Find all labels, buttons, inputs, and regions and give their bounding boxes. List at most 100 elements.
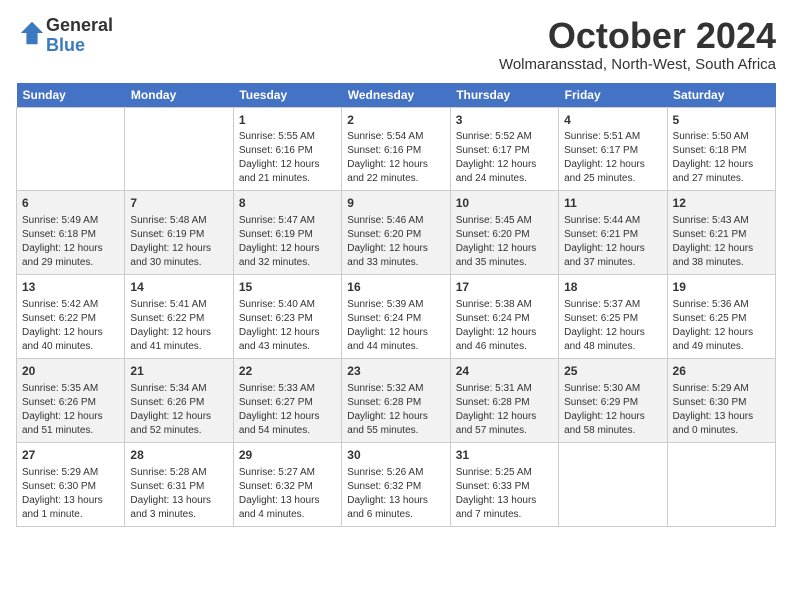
- weekday-header-tuesday: Tuesday: [233, 83, 341, 108]
- title-block: October 2024 Wolmaransstad, North-West, …: [499, 16, 776, 73]
- cell-info: Sunrise: 5:48 AM Sunset: 6:19 PM Dayligh…: [130, 214, 227, 270]
- calendar-cell: 22 Sunrise: 5:33 AM Sunset: 6:27 PM Dayli…: [233, 358, 341, 442]
- calendar-cell: 23 Sunrise: 5:32 AM Sunset: 6:28 PM Dayli…: [342, 358, 450, 442]
- week-row-2: 6Sunrise: 5:49 AM Sunset: 6:18 PM Daylig…: [17, 191, 776, 275]
- day-number: 23: [347, 363, 444, 380]
- day-number: 10: [456, 195, 553, 212]
- calendar-cell: 26 Sunrise: 5:29 AM Sunset: 6:30 PM Dayli…: [667, 358, 775, 442]
- cell-info: Sunrise: 5:54 AM Sunset: 6:16 PM Dayligh…: [347, 130, 444, 186]
- cell-info: Sunrise: 5:31 AM Sunset: 6:28 PM Dayligh…: [456, 382, 553, 438]
- cell-info: Sunrise: 5:51 AM Sunset: 6:17 PM Dayligh…: [564, 130, 661, 186]
- weekday-header-friday: Friday: [559, 83, 667, 108]
- weekday-header-monday: Monday: [125, 83, 233, 108]
- calendar-cell: 28 Sunrise: 5:28 AM Sunset: 6:31 PM Dayli…: [125, 442, 233, 526]
- cell-info: Sunrise: 5:25 AM Sunset: 6:33 PM Dayligh…: [456, 466, 553, 522]
- calendar-cell: [667, 442, 775, 526]
- page-header: General Blue October 2024 Wolmaransstad,…: [16, 16, 776, 73]
- calendar-cell: 20 Sunrise: 5:35 AM Sunset: 6:26 PM Dayli…: [17, 358, 125, 442]
- calendar-cell: 12Sunrise: 5:43 AM Sunset: 6:21 PM Dayli…: [667, 191, 775, 275]
- calendar-cell: 25 Sunrise: 5:30 AM Sunset: 6:29 PM Dayli…: [559, 358, 667, 442]
- weekday-header-row: SundayMondayTuesdayWednesdayThursdayFrid…: [17, 83, 776, 108]
- cell-info: Sunrise: 5:45 AM Sunset: 6:20 PM Dayligh…: [456, 214, 553, 270]
- day-number: 1: [239, 112, 336, 129]
- day-number: 11: [564, 195, 661, 212]
- cell-info: Sunrise: 5:26 AM Sunset: 6:32 PM Dayligh…: [347, 466, 444, 522]
- calendar-cell: 19 Sunrise: 5:36 AM Sunset: 6:25 PM Dayli…: [667, 275, 775, 359]
- calendar-cell: 1Sunrise: 5:55 AM Sunset: 6:16 PM Daylig…: [233, 107, 341, 191]
- day-number: 30: [347, 447, 444, 464]
- cell-info: Sunrise: 5:43 AM Sunset: 6:21 PM Dayligh…: [673, 214, 770, 270]
- logo-blue: Blue: [46, 35, 85, 55]
- weekday-header-sunday: Sunday: [17, 83, 125, 108]
- week-row-1: 1Sunrise: 5:55 AM Sunset: 6:16 PM Daylig…: [17, 107, 776, 191]
- cell-info: Sunrise: 5:46 AM Sunset: 6:20 PM Dayligh…: [347, 214, 444, 270]
- day-number: 25: [564, 363, 661, 380]
- calendar-cell: [125, 107, 233, 191]
- calendar-cell: 2Sunrise: 5:54 AM Sunset: 6:16 PM Daylig…: [342, 107, 450, 191]
- day-number: 15: [239, 279, 336, 296]
- day-number: 26: [673, 363, 770, 380]
- calendar-cell: [559, 442, 667, 526]
- logo: General Blue: [16, 16, 113, 56]
- cell-info: Sunrise: 5:36 AM Sunset: 6:25 PM Dayligh…: [673, 298, 770, 354]
- calendar-cell: 7 Sunrise: 5:48 AM Sunset: 6:19 PM Daylig…: [125, 191, 233, 275]
- day-number: 14: [130, 279, 227, 296]
- weekday-header-thursday: Thursday: [450, 83, 558, 108]
- cell-info: Sunrise: 5:37 AM Sunset: 6:25 PM Dayligh…: [564, 298, 661, 354]
- day-number: 5: [673, 112, 770, 129]
- cell-info: Sunrise: 5:29 AM Sunset: 6:30 PM Dayligh…: [22, 466, 119, 522]
- calendar-cell: 15 Sunrise: 5:40 AM Sunset: 6:23 PM Dayli…: [233, 275, 341, 359]
- calendar-cell: 3Sunrise: 5:52 AM Sunset: 6:17 PM Daylig…: [450, 107, 558, 191]
- cell-info: Sunrise: 5:40 AM Sunset: 6:23 PM Dayligh…: [239, 298, 336, 354]
- day-number: 29: [239, 447, 336, 464]
- cell-info: Sunrise: 5:44 AM Sunset: 6:21 PM Dayligh…: [564, 214, 661, 270]
- week-row-5: 27Sunrise: 5:29 AM Sunset: 6:30 PM Dayli…: [17, 442, 776, 526]
- cell-info: Sunrise: 5:29 AM Sunset: 6:30 PM Dayligh…: [673, 382, 770, 438]
- cell-info: Sunrise: 5:38 AM Sunset: 6:24 PM Dayligh…: [456, 298, 553, 354]
- calendar-cell: 24 Sunrise: 5:31 AM Sunset: 6:28 PM Dayli…: [450, 358, 558, 442]
- logo-text: General Blue: [46, 16, 113, 56]
- calendar-cell: 8Sunrise: 5:47 AM Sunset: 6:19 PM Daylig…: [233, 191, 341, 275]
- day-number: 7: [130, 195, 227, 212]
- location-subtitle: Wolmaransstad, North-West, South Africa: [499, 56, 776, 73]
- day-number: 6: [22, 195, 119, 212]
- cell-info: Sunrise: 5:35 AM Sunset: 6:26 PM Dayligh…: [22, 382, 119, 438]
- cell-info: Sunrise: 5:52 AM Sunset: 6:17 PM Dayligh…: [456, 130, 553, 186]
- calendar-cell: 31Sunrise: 5:25 AM Sunset: 6:33 PM Dayli…: [450, 442, 558, 526]
- day-number: 21: [130, 363, 227, 380]
- day-number: 19: [673, 279, 770, 296]
- cell-info: Sunrise: 5:33 AM Sunset: 6:27 PM Dayligh…: [239, 382, 336, 438]
- calendar-cell: 6Sunrise: 5:49 AM Sunset: 6:18 PM Daylig…: [17, 191, 125, 275]
- day-number: 20: [22, 363, 119, 380]
- calendar-cell: 13Sunrise: 5:42 AM Sunset: 6:22 PM Dayli…: [17, 275, 125, 359]
- day-number: 22: [239, 363, 336, 380]
- cell-info: Sunrise: 5:28 AM Sunset: 6:31 PM Dayligh…: [130, 466, 227, 522]
- calendar-cell: [17, 107, 125, 191]
- day-number: 24: [456, 363, 553, 380]
- cell-info: Sunrise: 5:32 AM Sunset: 6:28 PM Dayligh…: [347, 382, 444, 438]
- calendar-cell: 11 Sunrise: 5:44 AM Sunset: 6:21 PM Dayli…: [559, 191, 667, 275]
- calendar-cell: 16Sunrise: 5:39 AM Sunset: 6:24 PM Dayli…: [342, 275, 450, 359]
- weekday-header-wednesday: Wednesday: [342, 83, 450, 108]
- calendar-cell: 10 Sunrise: 5:45 AM Sunset: 6:20 PM Dayli…: [450, 191, 558, 275]
- cell-info: Sunrise: 5:47 AM Sunset: 6:19 PM Dayligh…: [239, 214, 336, 270]
- day-number: 3: [456, 112, 553, 129]
- calendar-cell: 9Sunrise: 5:46 AM Sunset: 6:20 PM Daylig…: [342, 191, 450, 275]
- cell-info: Sunrise: 5:30 AM Sunset: 6:29 PM Dayligh…: [564, 382, 661, 438]
- calendar-cell: 27Sunrise: 5:29 AM Sunset: 6:30 PM Dayli…: [17, 442, 125, 526]
- calendar-cell: 17 Sunrise: 5:38 AM Sunset: 6:24 PM Dayli…: [450, 275, 558, 359]
- month-title: October 2024: [499, 16, 776, 56]
- weekday-header-saturday: Saturday: [667, 83, 775, 108]
- calendar-table: SundayMondayTuesdayWednesdayThursdayFrid…: [16, 83, 776, 527]
- calendar-cell: 5Sunrise: 5:50 AM Sunset: 6:18 PM Daylig…: [667, 107, 775, 191]
- cell-info: Sunrise: 5:39 AM Sunset: 6:24 PM Dayligh…: [347, 298, 444, 354]
- calendar-cell: 29Sunrise: 5:27 AM Sunset: 6:32 PM Dayli…: [233, 442, 341, 526]
- calendar-cell: 30 Sunrise: 5:26 AM Sunset: 6:32 PM Dayli…: [342, 442, 450, 526]
- cell-info: Sunrise: 5:41 AM Sunset: 6:22 PM Dayligh…: [130, 298, 227, 354]
- week-row-3: 13Sunrise: 5:42 AM Sunset: 6:22 PM Dayli…: [17, 275, 776, 359]
- logo-icon: [18, 19, 46, 47]
- logo-general: General: [46, 15, 113, 35]
- day-number: 28: [130, 447, 227, 464]
- day-number: 17: [456, 279, 553, 296]
- cell-info: Sunrise: 5:50 AM Sunset: 6:18 PM Dayligh…: [673, 130, 770, 186]
